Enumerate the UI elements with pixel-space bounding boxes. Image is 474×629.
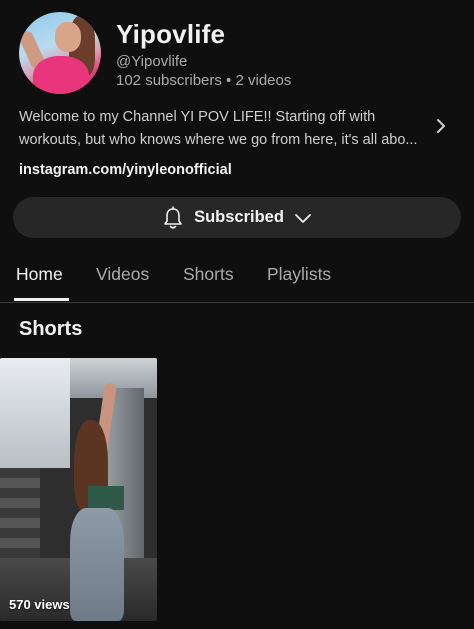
avatar-top — [33, 56, 89, 94]
channel-description[interactable]: Welcome to my Channel YI POV LIFE!! Star… — [19, 106, 419, 152]
tab-videos[interactable]: Videos — [96, 264, 149, 285]
thumb-leggings — [70, 508, 124, 621]
channel-link[interactable]: instagram.com/yinyleonofficial — [19, 162, 232, 178]
description-line-2: workouts, but who knows where we go from… — [19, 132, 418, 148]
channel-name: Yipovlife — [116, 19, 226, 49]
chevron-down-icon — [295, 213, 311, 223]
tab-playlists[interactable]: Playlists — [267, 264, 331, 285]
bell-icon — [164, 205, 182, 229]
avatar-face — [55, 22, 81, 52]
channel-avatar[interactable] — [19, 12, 101, 94]
thumb-window — [0, 358, 70, 468]
subscribed-button[interactable]: Subscribed — [13, 197, 461, 238]
short-thumbnail[interactable]: 570 views — [0, 358, 157, 621]
active-tab-indicator — [14, 298, 69, 301]
subscribed-label: Subscribed — [194, 208, 284, 226]
thumb-top — [88, 486, 124, 510]
short-view-count: 570 views — [9, 597, 70, 612]
tab-home[interactable]: Home — [16, 264, 63, 285]
channel-handle: @Yipovlife — [116, 53, 188, 70]
shorts-section-title: Shorts — [19, 318, 83, 340]
description-line-1: Welcome to my Channel YI POV LIFE!! Star… — [19, 109, 376, 125]
channel-tabs: Home Videos Shorts Playlists — [0, 250, 474, 303]
tab-shorts[interactable]: Shorts — [183, 264, 234, 285]
channel-stats: 102 subscribers • 2 videos — [116, 72, 292, 89]
chevron-right-icon[interactable] — [434, 117, 448, 135]
